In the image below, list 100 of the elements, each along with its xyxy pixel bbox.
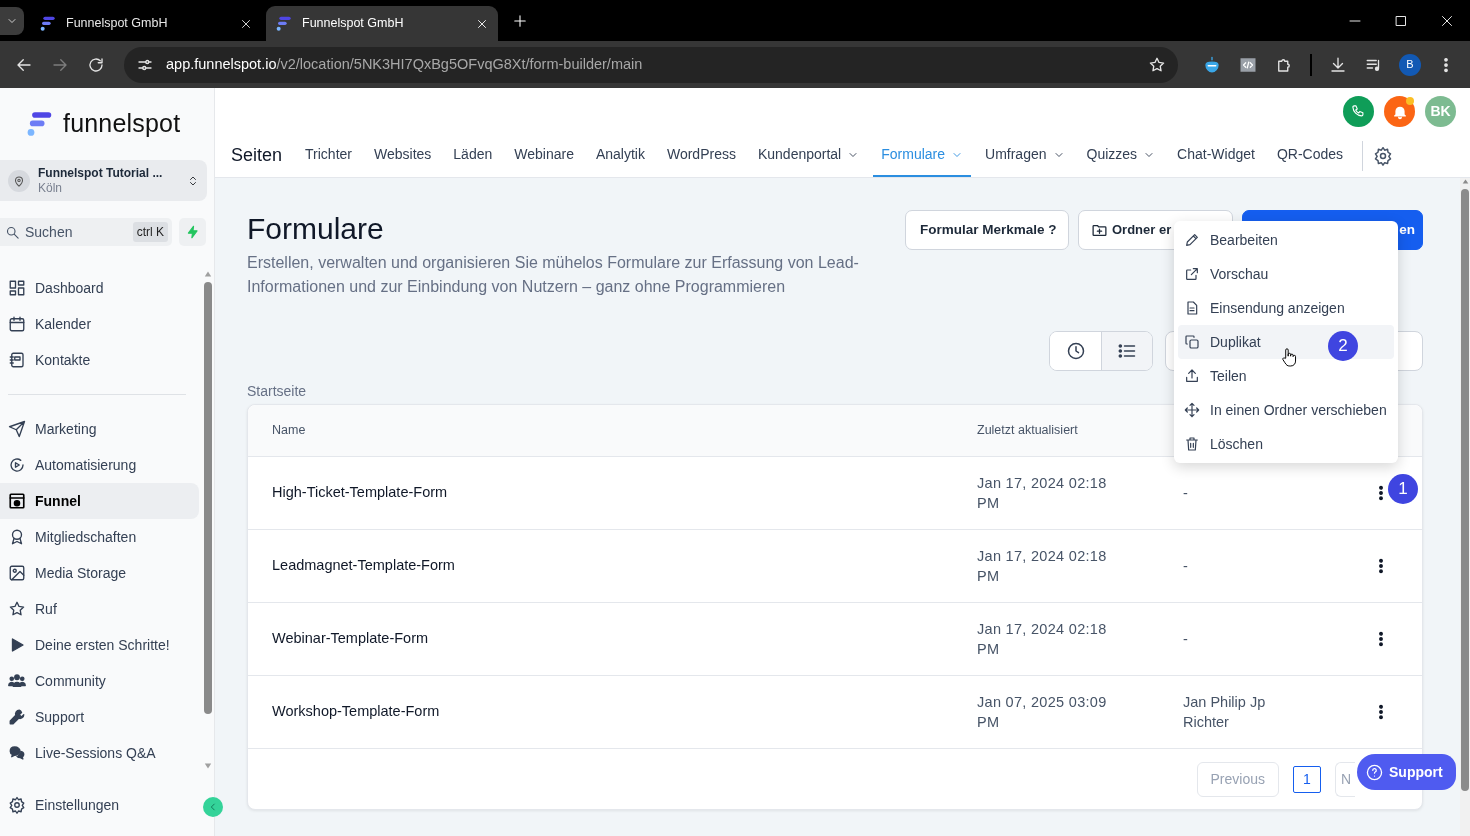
chat-icon: [8, 744, 26, 762]
scroll-up-icon: [203, 270, 213, 278]
menu-item[interactable]: Teilen: [1178, 359, 1394, 393]
sidebar-item[interactable]: Einstellungen: [0, 787, 198, 823]
form-name: Webinar-Template-Form: [272, 629, 430, 649]
dashboard-icon: [8, 279, 26, 297]
browser-tab[interactable]: Funnelspot GmbH: [266, 6, 498, 41]
step-marker: 2: [1328, 331, 1358, 361]
table-cell-text: Jan Philip Jp Richter: [1183, 693, 1267, 732]
account-switcher[interactable]: Funnelspot Tutorial ... Köln: [0, 160, 207, 201]
page-button[interactable]: 1: [1293, 765, 1321, 793]
sidebar-item[interactable]: Kalender: [0, 306, 199, 342]
menu-item[interactable]: In einen Ordner verschieben: [1178, 393, 1394, 427]
features-button[interactable]: Formular Merkmale ?: [905, 210, 1069, 250]
gear-icon: [8, 796, 26, 814]
automation-icon: [8, 456, 26, 474]
sidebar-item[interactable]: Community: [0, 663, 199, 699]
profile-avatar[interactable]: B: [1399, 53, 1421, 76]
step-marker: 1: [1388, 474, 1418, 504]
nav-tab[interactable]: Analytik: [587, 134, 653, 177]
robot-icon[interactable]: [1203, 55, 1221, 74]
sidebar-item[interactable]: Marketing: [0, 411, 199, 447]
scrollbar[interactable]: [202, 270, 214, 770]
download-icon[interactable]: [1329, 55, 1347, 74]
menu-item[interactable]: Duplikat 2: [1178, 325, 1394, 359]
scroll-down-icon: [203, 762, 213, 770]
sidebar-item[interactable]: Media Storage: [0, 555, 199, 591]
settings-icon[interactable]: [1373, 145, 1394, 166]
star-icon[interactable]: [1148, 55, 1166, 74]
menu-item[interactable]: Löschen: [1178, 427, 1394, 461]
contacts-book-icon: [8, 351, 26, 369]
column-header: Name: [272, 422, 307, 440]
sidebar-item[interactable]: Automatisierung: [0, 447, 199, 483]
browser-window-icon: [8, 492, 26, 510]
code-icon[interactable]: [1239, 55, 1257, 74]
account-name: Funnelspot Tutorial ...: [38, 166, 164, 181]
copy-icon: [1184, 334, 1200, 350]
brand-name: funnelspot: [63, 108, 181, 140]
help-icon: [1366, 763, 1383, 781]
close-icon[interactable]: [240, 17, 252, 30]
logo-icon: [40, 15, 56, 32]
nav-tab[interactable]: Läden: [445, 134, 501, 177]
logo-icon: [276, 15, 292, 32]
calendar-icon: [8, 315, 26, 333]
table-cell-text: -: [1183, 484, 1189, 503]
search-field[interactable]: Suchen ctrl K: [0, 218, 172, 246]
sidebar-item[interactable]: Dashboard: [0, 270, 199, 306]
table-cell-text: Jan 17, 2024 02:18 PM: [977, 474, 1108, 513]
sidebar-item[interactable]: Ruf: [0, 591, 199, 627]
menu-item[interactable]: Einsendung anzeigen: [1178, 291, 1394, 325]
clock-icon: [1065, 341, 1086, 361]
tab-list-button[interactable]: [0, 7, 24, 35]
menu-item[interactable]: Vorschau: [1178, 257, 1394, 291]
nav-tab[interactable]: Umfragen: [977, 134, 1073, 177]
nav-tab[interactable]: Trichter: [297, 134, 360, 177]
sidebar-item[interactable]: Support: [0, 699, 199, 735]
sidebar-item[interactable]: Mitgliedschaften: [0, 519, 199, 555]
nav-tab[interactable]: WordPress: [658, 134, 744, 177]
scrollbar[interactable]: [1460, 178, 1470, 836]
page-description: Erstellen, verwalten und organisieren Sie mühelos Formulare zur Erfassung von Lead-Informationen und zur Einbindung von Nutzern – ganz ohne Programmieren: [247, 253, 860, 297]
close-icon[interactable]: [1441, 14, 1453, 27]
sidebar-item[interactable]: Funnel: [0, 483, 199, 519]
reload-icon[interactable]: [87, 55, 105, 74]
list-view-button[interactable]: [1101, 332, 1152, 370]
section-title: Seiten: [231, 144, 283, 168]
document-icon: [1184, 300, 1200, 316]
maximize-icon[interactable]: [1395, 14, 1407, 27]
phone-icon: [1351, 104, 1366, 119]
plus-icon[interactable]: [513, 14, 527, 28]
notification-button[interactable]: [1384, 96, 1415, 127]
support-button[interactable]: Support: [1357, 754, 1456, 790]
address-bar[interactable]: app.funnelspot.io/v2/location/5NK3HI7QxBg5OFvqG8Xt/form-builder/main: [124, 46, 1178, 83]
chevron-left-icon: [208, 802, 218, 812]
nav-tab[interactable]: QR-Codes: [1268, 134, 1352, 177]
nav-tab[interactable]: Kundenportal: [749, 134, 868, 177]
hand-cursor-icon: [1280, 345, 1298, 369]
browser-tab[interactable]: Funnelspot GmbH: [30, 6, 262, 41]
nav-tab[interactable]: Quizzes: [1078, 134, 1164, 177]
shortcut-hint: ctrl K: [132, 222, 168, 242]
account-location: Köln: [38, 180, 64, 195]
table-cell-text: Jan 17, 2024 02:18 PM: [977, 547, 1108, 586]
table-cell-text: -: [1183, 557, 1189, 576]
external-link-icon: [1184, 266, 1200, 282]
wrench-icon: [8, 708, 26, 726]
send-icon: [8, 420, 26, 438]
lightning-icon: [185, 225, 200, 239]
table-cell-text: Jan 07, 2025 03:09 PM: [977, 693, 1108, 732]
trash-icon: [1184, 436, 1200, 452]
sidebar-item[interactable]: Deine ersten Schritte!: [0, 627, 199, 663]
phone-button[interactable]: [1343, 96, 1374, 127]
nav-tab[interactable]: Websites: [366, 134, 440, 177]
nav-tab[interactable]: Webinare: [506, 134, 582, 177]
sidebar-item[interactable]: Live-Sessions Q&A: [0, 735, 199, 771]
nav-tab[interactable]: Chat-Widget: [1169, 134, 1263, 177]
sidebar-item[interactable]: Kontakte: [0, 342, 199, 378]
close-icon[interactable]: [476, 17, 488, 30]
breadcrumb: Startseite: [247, 382, 308, 401]
form-name: Workshop-Template-Form: [272, 702, 441, 722]
image-icon: [8, 564, 26, 582]
star-icon: [8, 600, 26, 618]
